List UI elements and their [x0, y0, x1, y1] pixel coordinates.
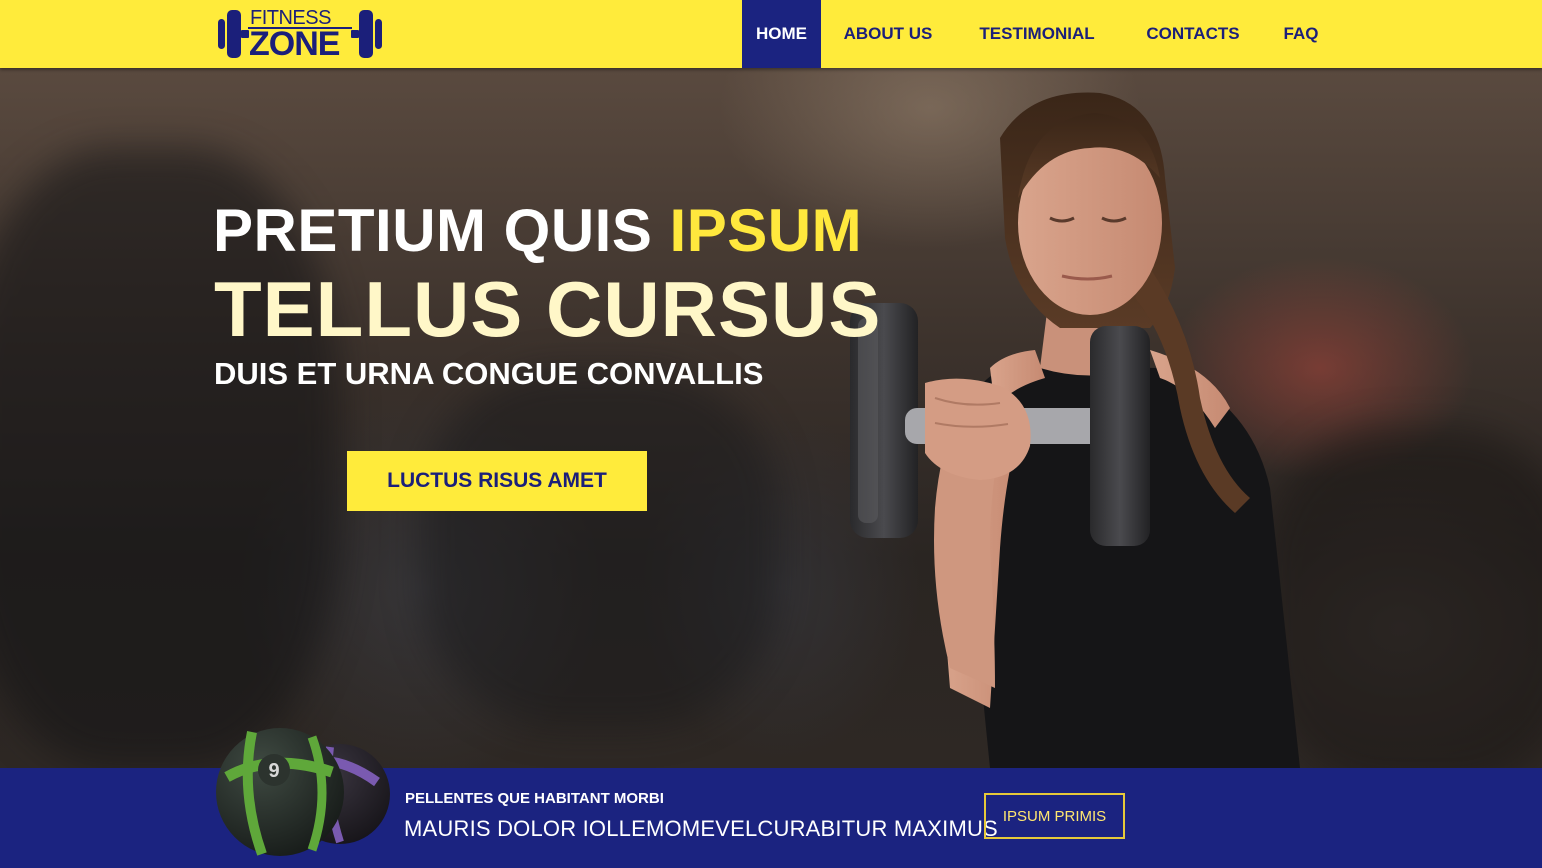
fitness-zone-logo[interactable]: FITNESS ZONE — [218, 5, 382, 63]
dumbbell-left-plate — [227, 10, 241, 58]
dumbbell-right-outer-plate — [375, 19, 382, 49]
nav-about-us[interactable]: ABOUT US — [821, 0, 955, 68]
hero-cta-button[interactable]: LUCTUS RISUS AMET — [347, 451, 647, 511]
promo-button[interactable]: IPSUM PRIMIS — [984, 793, 1125, 839]
dumbbell-left-outer-plate — [218, 19, 225, 49]
dumbbell-right-plate — [359, 10, 373, 58]
nav-testimonial[interactable]: TESTIMONIAL — [955, 0, 1119, 68]
site-header: FITNESS ZONE HOME ABOUT US TESTIMONIAL C… — [0, 0, 1542, 68]
hero-title-highlight: IPSUM — [669, 197, 863, 264]
logo-text-zone: ZONE — [249, 25, 340, 63]
hero-title-line1: PRETIUM QUIS IPSUM — [213, 196, 862, 265]
promo-text: MAURIS DOLOR IOLLEMOMEVELCURABITUR MAXIM… — [404, 816, 998, 841]
dumbbell-left-collar — [241, 30, 249, 38]
hero-section: PRETIUM QUIS IPSUM TELLUS CURSUS DUIS ET… — [0, 68, 1542, 768]
medicine-balls-image: 9 — [216, 728, 390, 856]
main-nav: HOME ABOUT US TESTIMONIAL CONTACTS FAQ — [742, 0, 1335, 68]
hero-title-text: PRETIUM QUIS — [213, 197, 670, 264]
hero-title-line2: TELLUS CURSUS — [214, 265, 882, 353]
dumbbell-right-collar — [351, 30, 359, 38]
promo-kicker: PELLENTES QUE HABITANT MORBI — [405, 790, 664, 807]
nav-contacts[interactable]: CONTACTS — [1119, 0, 1267, 68]
nav-faq[interactable]: FAQ — [1267, 0, 1335, 68]
hero-subtitle: DUIS ET URNA CONGUE CONVALLIS — [214, 356, 764, 391]
hero-bg-blur — [420, 368, 780, 728]
ball-number-label: 9 — [268, 760, 279, 782]
woman-lifting-dumbbell-photo — [850, 92, 1300, 768]
nav-home[interactable]: HOME — [742, 0, 821, 68]
